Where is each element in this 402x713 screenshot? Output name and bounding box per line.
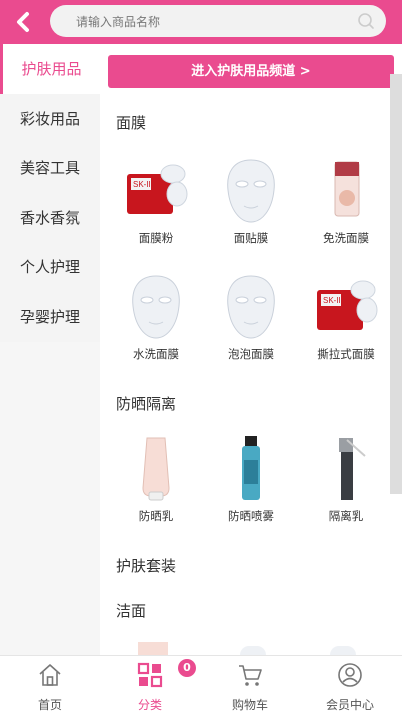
product-name: 面贴膜 [233,231,269,245]
sidebar-background [0,342,100,655]
product-item[interactable]: 面贴膜 [205,156,297,246]
product-name: 防晒乳 [138,509,174,523]
product-image-partial [240,646,266,655]
cart-count-badge: 0 [178,659,196,677]
section-title-skincare-sets: 护肤套装 [116,557,177,575]
sheet-mask-image [216,156,286,226]
sidebar-item-baby-care[interactable]: 孕婴护理 [0,292,100,342]
product-name: 撕拉式面膜 [317,347,375,361]
sunscreen-spray-image [216,434,286,504]
svg-text:SK-II: SK-II [133,180,151,189]
product-item[interactable]: SK-II 撕拉式面膜 [300,272,392,362]
sidebar-item-beauty-tools[interactable]: 美容工具 [0,143,100,193]
tab-label: 分类 [137,698,162,712]
search-icon[interactable] [356,11,376,31]
back-button[interactable] [10,8,38,36]
product-panel: 进入护肤用品频道 > 面膜 SK-II 面膜粉 面贴膜 免洗面膜 水洗面膜 泡泡… [100,44,402,655]
product-name: 水洗面膜 [133,347,179,361]
product-item[interactable]: 泡泡面膜 [205,272,297,362]
product-image-partial [330,646,356,655]
product-name: 面膜粉 [138,231,174,245]
section-title-mask: 面膜 [116,114,147,132]
tab-home[interactable]: 首页 [0,656,100,712]
section-title-cleanser: 洁面 [116,602,147,620]
back-arrow-icon [17,12,29,32]
product-image-partial [138,642,168,655]
search-input[interactable]: 请输入商品名称 [50,5,386,37]
product-name: 泡泡面膜 [228,347,274,361]
section-title-sunscreen: 防晒隔离 [116,395,177,413]
product-name: 防晒喷雾 [228,509,274,523]
primer-image [311,434,381,504]
bubble-mask-image [216,272,286,342]
channel-banner-button[interactable]: 进入护肤用品频道 > [108,55,394,88]
no-rinse-mask-image [311,156,381,226]
user-icon [338,663,362,687]
product-item[interactable]: 防晒喷雾 [205,434,297,524]
svg-text:SK-II: SK-II [323,296,341,305]
bottom-tab-bar: 首页 分类 购物车 0 会员中心 [0,655,402,712]
sidebar-item-skincare[interactable]: 护肤用品 [0,44,100,94]
tab-label: 首页 [37,698,62,712]
product-item[interactable]: 免洗面膜 [300,156,392,246]
tab-label: 会员中心 [325,698,374,712]
product-item[interactable]: SK-II 面膜粉 [110,156,202,246]
category-icon [137,662,163,688]
product-name: 免洗面膜 [323,231,369,245]
home-icon [39,664,61,686]
search-placeholder: 请输入商品名称 [76,15,161,29]
wash-off-mask-image [121,272,191,342]
tab-cart[interactable]: 购物车 [200,656,300,712]
tab-label: 购物车 [231,698,268,712]
sunscreen-lotion-image [121,434,191,504]
mask-powder-image: SK-II [121,156,191,226]
product-name: 隔离乳 [328,509,364,523]
cart-icon [239,665,262,686]
category-sidebar: 护肤用品 彩妆用品 美容工具 香水香氛 个人护理 孕婴护理 [0,44,100,342]
sidebar-item-personal-care[interactable]: 个人护理 [0,242,100,292]
peel-off-mask-image: SK-II [311,272,381,342]
sidebar-item-makeup[interactable]: 彩妆用品 [0,94,100,144]
sidebar-item-fragrance[interactable]: 香水香氛 [0,193,100,243]
header-bar: 请输入商品名称 [0,0,402,44]
tab-member-center[interactable]: 会员中心 [300,656,400,712]
product-item[interactable]: 水洗面膜 [110,272,202,362]
product-item[interactable]: 隔离乳 [300,434,392,524]
product-item[interactable]: 防晒乳 [110,434,202,524]
